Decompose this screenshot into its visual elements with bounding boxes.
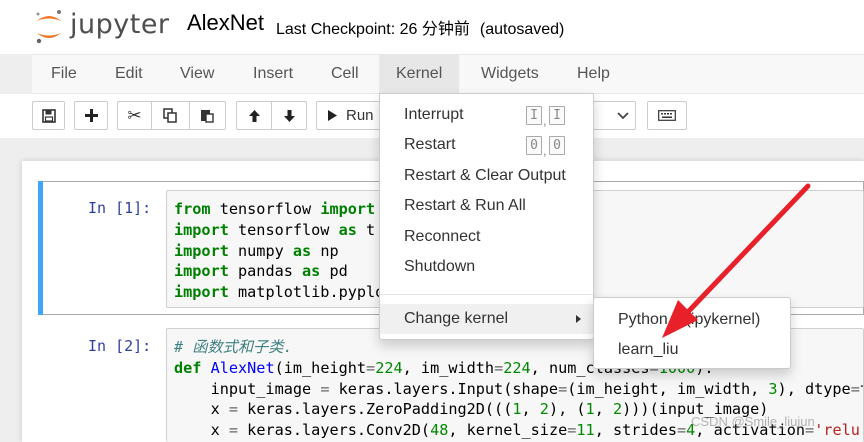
menu-help[interactable]: Help	[577, 55, 610, 93]
menu-item-change-kernel[interactable]: Change kernel	[380, 304, 593, 334]
run-button[interactable]: Run	[316, 101, 382, 130]
caret-right-icon	[576, 315, 581, 323]
keyboard-icon	[658, 110, 676, 121]
code-line: import matplotlib.pyplo	[174, 283, 385, 302]
checkpoint-status: Last Checkpoint: 26 分钟前 (autosaved)	[276, 15, 564, 39]
menu-item-restart[interactable]: Restart 0 , 0	[380, 130, 593, 160]
menu-item-shutdown[interactable]: Shutdown	[380, 252, 593, 282]
menu-item-label: Restart	[404, 136, 456, 153]
copy-button[interactable]	[152, 101, 190, 130]
menu-file[interactable]: File	[51, 55, 77, 93]
menu-view[interactable]: View	[180, 55, 214, 93]
chevron-down-icon	[617, 111, 629, 119]
menu-item-restart-clear-output[interactable]: Restart & Clear Output	[380, 161, 593, 191]
menu-item-reconnect[interactable]: Reconnect	[380, 222, 593, 252]
code-line: x = keras.layers.ZeroPadding2D(((1, 2), …	[174, 400, 769, 419]
notebook-name[interactable]: AlexNet	[187, 10, 264, 36]
scissors-icon: ✂	[127, 105, 142, 125]
menu-insert[interactable]: Insert	[253, 55, 293, 93]
insert-cell-button[interactable]	[74, 101, 108, 130]
move-down-button[interactable]	[272, 101, 307, 130]
shortcut-key: I	[549, 106, 565, 125]
cell-prompt: In [1]:	[88, 199, 152, 217]
header: jupyter AlexNet Last Checkpoint: 26 分钟前 (…	[0, 0, 864, 54]
code-line: import pandas as pd	[174, 262, 348, 281]
menubar: File Edit View Insert Cell Kernel Widget…	[32, 54, 864, 94]
menu-item-label: Interrupt	[404, 106, 464, 123]
kernel-option-python3[interactable]: Python 3 (ipykernel)	[594, 305, 790, 335]
shortcut-key: 0	[526, 136, 542, 155]
code-line: from tensorflow import	[174, 200, 376, 218]
cell-prompt: In [2]:	[88, 337, 152, 355]
change-kernel-submenu: Python 3 (ipykernel) learn_liu	[593, 297, 791, 369]
menu-item-interrupt[interactable]: Interrupt I , I	[380, 100, 593, 130]
shortcut-key: 0	[549, 136, 565, 155]
plus-icon	[84, 109, 98, 122]
save-button[interactable]	[32, 101, 65, 130]
jupyter-logo[interactable]: jupyter	[32, 6, 172, 46]
paste-button[interactable]	[190, 101, 226, 130]
cell-type-select[interactable]	[590, 101, 636, 130]
save-icon	[41, 108, 56, 123]
watermark: CSDN @Smile_liujun	[691, 414, 815, 429]
shortcut-key: I	[526, 106, 542, 125]
logo-text: jupyter	[70, 9, 170, 40]
code-line: # 函数式和子类.	[174, 338, 293, 356]
menu-item-label: Change kernel	[404, 310, 509, 327]
menu-cell[interactable]: Cell	[331, 55, 359, 93]
cut-button[interactable]: ✂	[117, 101, 152, 130]
menu-kernel[interactable]: Kernel	[379, 55, 460, 93]
play-icon	[328, 110, 337, 121]
code-line: import tensorflow as t	[174, 220, 376, 239]
arrow-down-icon	[283, 109, 295, 122]
menu-item-restart-run-all[interactable]: Restart & Run All	[380, 191, 593, 221]
paste-icon	[201, 110, 214, 123]
jupyter-logo-icon	[36, 10, 61, 44]
checkpoint-label: Last Checkpoint: 26 分钟前	[276, 21, 470, 38]
menu-divider	[380, 294, 593, 295]
run-label: Run	[346, 107, 374, 124]
code-line: import numpy as np	[174, 241, 339, 260]
move-up-button[interactable]	[236, 101, 272, 130]
copy-icon	[163, 108, 177, 123]
kernel-menu-dropdown: Interrupt I , I Restart 0 , 0 Restart & …	[379, 93, 594, 340]
menu-edit[interactable]: Edit	[115, 55, 143, 93]
menu-widgets[interactable]: Widgets	[481, 55, 539, 93]
command-palette-button[interactable]	[647, 101, 687, 130]
autosave-status: (autosaved)	[479, 21, 565, 38]
kernel-option-learn-liu[interactable]: learn_liu	[594, 335, 790, 365]
code-line: input_image = keras.layers.Input(shape=(…	[174, 379, 863, 398]
arrow-up-icon	[248, 109, 260, 122]
